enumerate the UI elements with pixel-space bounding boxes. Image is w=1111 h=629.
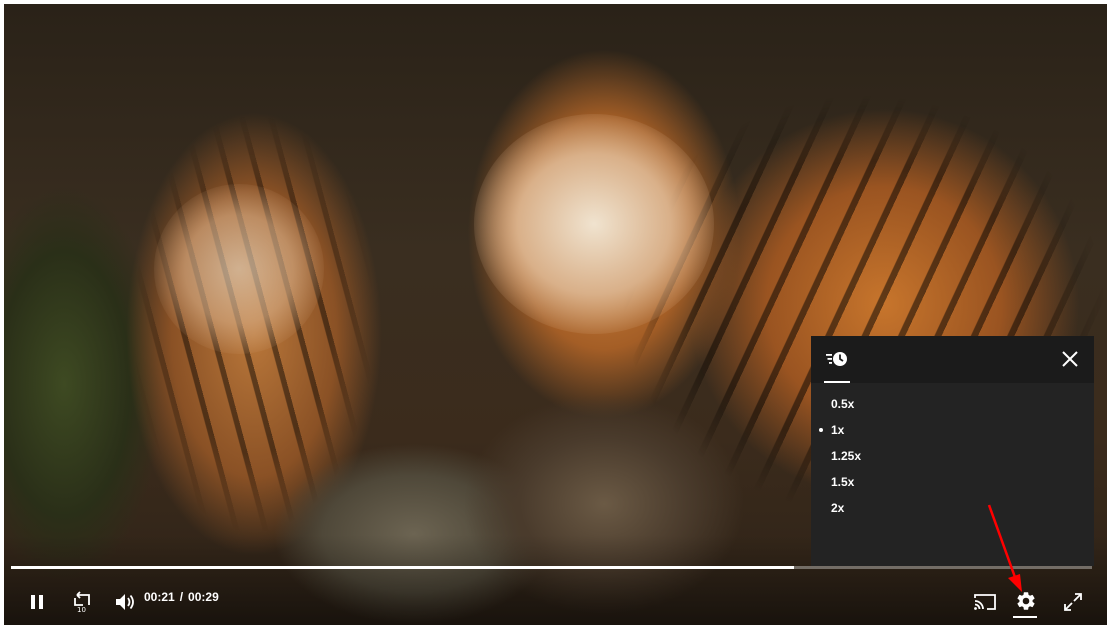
active-tab-underline [824, 381, 850, 383]
time-display: 00:21 / 00:29 [144, 590, 219, 604]
settings-button[interactable] [1015, 590, 1037, 612]
progress-fill [11, 566, 794, 569]
speed-option-label: 1x [831, 423, 845, 437]
cast-button[interactable] [973, 592, 997, 612]
pause-icon [31, 595, 43, 609]
speed-option-label: 2x [831, 501, 845, 515]
current-time: 00:21 [144, 590, 175, 604]
playback-speed-icon [826, 352, 847, 366]
speed-option-1x[interactable]: 1x [811, 417, 1094, 443]
speed-option-label: 1.25x [831, 449, 862, 463]
tiger-face-right [474, 114, 714, 334]
speed-menu-header [811, 336, 1094, 383]
video-player[interactable]: 0.5x 1x 1.25x 1.5x 2x [4, 4, 1107, 625]
close-icon [1062, 351, 1078, 367]
duration: 00:29 [188, 590, 219, 604]
speed-option-label: 0.5x [831, 397, 855, 411]
svg-text:10: 10 [77, 606, 86, 614]
speed-option-label: 1.5x [831, 475, 855, 489]
volume-icon [116, 594, 134, 610]
playback-speed-menu: 0.5x 1x 1.25x 1.5x 2x [811, 336, 1094, 566]
playback-speed-tab[interactable] [824, 336, 850, 383]
gear-icon [1017, 592, 1035, 610]
speed-option-0-5x[interactable]: 0.5x [811, 391, 1094, 417]
rewind-10-icon: 10 [74, 591, 90, 614]
speed-option-2x[interactable]: 2x [811, 495, 1094, 521]
speed-option-1-25x[interactable]: 1.25x [811, 443, 1094, 469]
volume-button[interactable] [114, 591, 138, 613]
time-separator: / [179, 590, 184, 604]
settings-active-indicator [1013, 616, 1037, 618]
close-menu-button[interactable] [1060, 349, 1080, 369]
selected-dot [819, 428, 823, 432]
speed-option-1-5x[interactable]: 1.5x [811, 469, 1094, 495]
progress-bar[interactable] [11, 566, 1092, 569]
cast-icon [974, 594, 996, 610]
rewind-10-button[interactable]: 10 [71, 590, 95, 614]
tiger-face-left [154, 184, 324, 354]
fullscreen-icon [1064, 593, 1082, 611]
pause-button[interactable] [28, 592, 46, 612]
speed-options-list: 0.5x 1x 1.25x 1.5x 2x [811, 383, 1094, 521]
fullscreen-button[interactable] [1063, 592, 1083, 612]
